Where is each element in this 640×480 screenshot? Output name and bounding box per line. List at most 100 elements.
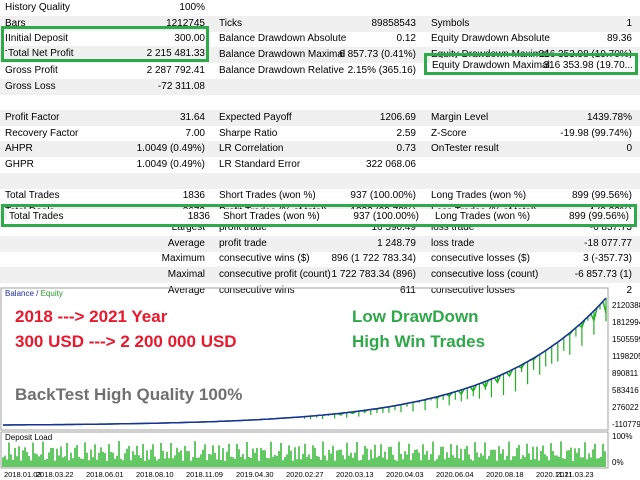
report-row [0, 94, 640, 110]
overlay-drawdown-text: Low DrawDown [352, 307, 479, 326]
report-value: 47.37% (69.00) [563, 64, 632, 76]
y-axis-label: 1505599 [612, 335, 640, 344]
report-row: Largest profit trade 16 590.49 loss trade -6… [0, 220, 640, 236]
report-value: 2 287 792.41 [146, 64, 205, 76]
report-row: Recovery Factor 7.00 Sharpe Ratio 2.59 Z-Sco… [0, 126, 640, 142]
report-value: -6 857.73 [589, 221, 632, 233]
report-value: Maximal [167, 268, 205, 280]
report-value: 1 722 783.34 (896) [331, 268, 416, 280]
report-value: 2 215 481.33 [146, 49, 205, 61]
x-axis-label: 2018.03.22 [36, 470, 74, 479]
report-row: Initial Deposit 300.00 Balance Drawdown Ab… [0, 31, 640, 47]
overlay-quality-text: BackTest High Quality 100% [15, 385, 243, 404]
x-axis-label: 2019.04.30 [236, 470, 274, 479]
x-axis-label: 2020.06.04 [436, 470, 474, 479]
report-row: Total Net Profit 2 215 481.33 Balance Draw… [0, 47, 640, 64]
x-axis-label: 2018.06.01 [86, 470, 124, 479]
report-row: Gross Profit 2 287 792.41 Balance Drawdown… [0, 63, 640, 79]
report-value: 1832 (99.78%) [350, 206, 416, 218]
report-value [300, 0, 416, 16]
report-row: Profit Factor 31.64 Expected Payoff 1206.69… [0, 109, 640, 126]
report-value [300, 79, 416, 95]
y-axis-label: 583416 [612, 386, 639, 395]
y-axis-label: 890811 [612, 369, 639, 378]
report-row: GHPR 1.0049 (0.49%) LR Standard Error 322 0… [0, 157, 640, 173]
report-value: 6 857.73 (0.41%) [339, 49, 416, 61]
report-value [300, 94, 416, 110]
report-value: 0.73 [396, 143, 416, 155]
report-value: 3 (-357.73) [583, 253, 632, 265]
report-value: 0.12 [396, 33, 416, 45]
report-value: 0 [626, 143, 632, 155]
report-row: Gross Loss -72 311.08 [0, 78, 640, 95]
report-value: 1836 [182, 190, 205, 202]
report-value [128, 173, 205, 189]
deposit-load-label: Deposit Load [5, 433, 53, 442]
report-value: 89.36 [606, 33, 632, 45]
report-value [520, 173, 632, 189]
x-axis-label: 2018.11.09 [186, 470, 223, 479]
report-value: 1206.69 [379, 111, 416, 123]
y-axis-label: -110779 [612, 420, 640, 429]
report-value: 31.64 [179, 111, 205, 123]
report-value [520, 0, 632, 16]
report-value: -18 077.77 [584, 237, 632, 249]
report-row [0, 172, 640, 189]
report-row: Average profit trade 1 248.79 loss trade -18… [0, 235, 640, 252]
report-row: Bars 1212745 Ticks 89858543 Symbols 1 [0, 15, 640, 32]
report-row: Maximum consecutive wins ($) 896 (1 722 78… [0, 251, 640, 267]
report-row: Total Trades 1836 Short Trades (won %) 937 … [0, 188, 640, 204]
report-value: 4 (0.22%) [588, 206, 632, 218]
backtest-report: History Quality 100% Bars 1212745 Ticks 89858… [0, 0, 640, 296]
overlay-win-trades-text: High Win Trades [352, 332, 486, 351]
report-value: 7.00 [185, 127, 205, 139]
report-value: 300.00 [174, 33, 205, 45]
report-value: 1439.78% [586, 111, 632, 123]
report-value: 100% [179, 2, 205, 13]
y-axis-label: 276022 [612, 403, 639, 412]
x-axis-label: 2020.02.27 [286, 470, 324, 479]
report-value: -19.98 (99.74%) [560, 127, 632, 139]
report-value: 899 (99.56%) [571, 190, 632, 202]
report-value: 16 590.49 [371, 221, 417, 233]
report-value: Maximum [161, 253, 205, 265]
x-axis-label: 2020.03.13 [336, 470, 374, 479]
report-value: 1 [626, 17, 632, 29]
report-value: 1.0049 (0.49%) [136, 159, 205, 170]
report-value: 2.15% (365.16) [347, 64, 416, 76]
overlay-usd-text: 300 USD ---> 2 200 000 USD [15, 332, 237, 351]
x-axis-label: 2020.04.03 [386, 470, 424, 479]
report-value: 937 (100.00%) [350, 190, 416, 202]
y-axis-label: 2120388 [612, 301, 640, 310]
report-row: AHPR 1.0049 (0.49%) LR Correlation 0.73 OnTe… [0, 141, 640, 158]
deposit-y-axis-label: 100% [612, 432, 633, 441]
report-value [520, 79, 632, 95]
report-value [520, 157, 632, 173]
chart-legend: Balance / Equity [5, 289, 63, 298]
legend-equity: Equity [40, 289, 63, 298]
report-value: 3672 [182, 206, 205, 218]
report-value [128, 94, 205, 110]
deposit-y-axis-label: 0% [612, 458, 624, 467]
report-value [520, 94, 632, 110]
x-axis-label: 2018.08.10 [136, 470, 174, 479]
report-value: 1212745 [166, 17, 205, 29]
report-row: Maximal consecutive profit (count) 1 722 7… [0, 266, 640, 283]
report-value: Largest [171, 221, 205, 233]
report-value: 1.0049 (0.49%) [136, 143, 205, 155]
x-axis-label: 2021.03.23 [556, 470, 594, 479]
legend-separator: / [33, 289, 41, 298]
report-value: -6 857.73 (1) [574, 268, 632, 280]
report-value: 2.59 [396, 127, 416, 139]
report-value: 322 068.06 [365, 159, 416, 170]
x-axis-label: 2020.08.18 [486, 470, 524, 479]
report-value: 316 353.98 (19.70%) [538, 49, 632, 61]
report-value: -72 311.08 [157, 80, 205, 92]
y-axis-label: 1812994 [612, 318, 640, 327]
report-value: 89858543 [371, 17, 417, 29]
legend-balance: Balance [5, 289, 34, 298]
report-value: 1 248.79 [377, 237, 416, 249]
y-axis-label: 1198205 [612, 352, 640, 361]
report-value [300, 173, 416, 189]
report-row: Total Deals 3672 Profit Trades (% of total… [0, 204, 640, 221]
